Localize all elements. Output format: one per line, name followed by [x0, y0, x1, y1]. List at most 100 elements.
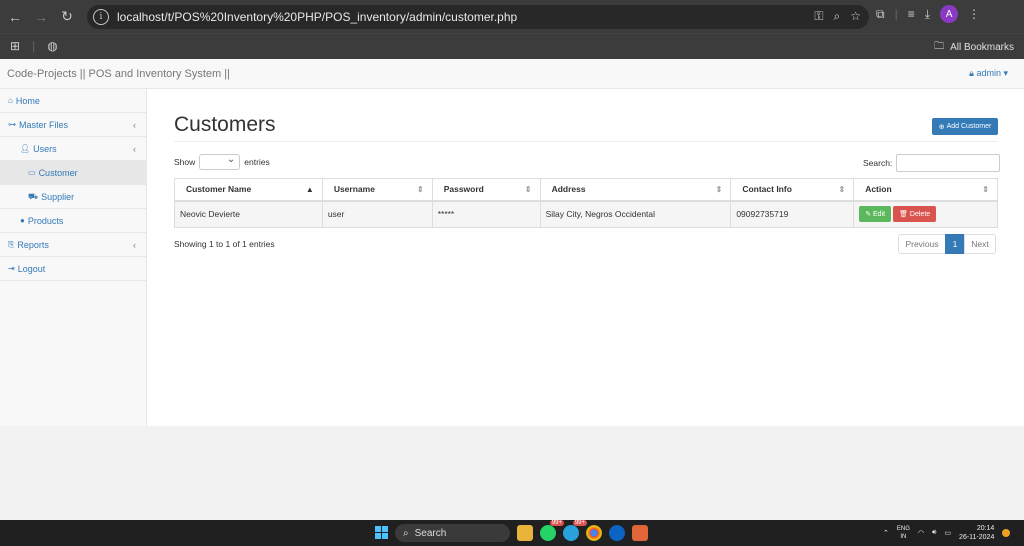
sidebar-item-reports[interactable]: ⎘ Reports ‹ — [0, 233, 146, 257]
language-indicator[interactable]: ENG IN — [897, 525, 910, 541]
url-text[interactable]: localhost/t/POS%20Inventory%20PHP/POS_in… — [117, 10, 517, 24]
file-explorer-icon[interactable] — [517, 525, 533, 541]
sidebar-item-label: Supplier — [41, 191, 75, 202]
reports-icon: ⎘ — [8, 239, 15, 249]
sidebar-item-label: Logout — [17, 263, 46, 274]
edit-button[interactable]: ✎ Edit — [859, 206, 892, 223]
address-bar[interactable]: i localhost/t/POS%20Inventory%20PHP/POS_… — [87, 5, 869, 29]
sidebar-item-label: Master Files — [19, 119, 69, 130]
cell-customer-name: Neovic Devierte — [174, 200, 323, 228]
delete-button[interactable]: 🗑︎ Delete — [893, 206, 937, 223]
chevron-left-icon: ‹ — [133, 143, 136, 154]
sidebar-item-home[interactable]: ⌂ Home — [0, 89, 146, 113]
lock-icon: 🔒︎ — [969, 68, 974, 78]
clock[interactable]: 20:14 26-11-2024 — [959, 524, 994, 542]
forward-icon[interactable]: → — [28, 4, 54, 30]
column-header-password[interactable]: Password ⇕ — [431, 178, 541, 202]
sidebar-item-label: Products — [27, 215, 64, 226]
sort-icon: ⇕ — [838, 185, 846, 194]
notification-bell-icon[interactable] — [1002, 529, 1011, 537]
sidebar-item-users[interactable]: 👤︎ Users ‹ — [0, 137, 146, 161]
search-label: Search: — [863, 158, 893, 168]
home-icon: ⌂ — [8, 96, 13, 105]
customers-table: Customer Name ▲ Username ⇕ Password ⇕ Addre… — [174, 178, 998, 228]
sidebar-item-products[interactable]: ● Products — [0, 209, 146, 233]
chrome-icon[interactable] — [586, 525, 602, 541]
telegram-icon[interactable]: 99+ — [563, 520, 587, 541]
sort-asc-icon: ▲ — [305, 185, 314, 194]
table-info: Showing 1 to 1 of 1 entries — [174, 239, 275, 249]
taskbar: ⌕ Search 99+ 99+ ⌃ ENG IN ◠ 🔊︎ ▭ 20:14 2… — [0, 520, 1024, 546]
edge-icon[interactable] — [609, 525, 625, 541]
user-menu-label: admin — [976, 68, 1001, 78]
all-bookmarks[interactable]: 🗀 All Bookmarks — [934, 39, 1014, 56]
volume-icon[interactable]: 🔊︎ — [932, 529, 936, 537]
sidebar: ⌂ Home ⊶ Master Files ‹ 👤︎ Users ‹ ▭ Cus… — [0, 89, 147, 426]
add-customer-label: Add Customer — [946, 123, 992, 130]
sidebar-item-label: Customer — [38, 167, 78, 178]
column-header-contact-info[interactable]: Contact Info ⇕ — [730, 178, 855, 202]
column-label: Customer Name — [186, 184, 252, 195]
add-customer-button[interactable]: ⊕ Add Customer — [932, 118, 998, 135]
zoom-icon[interactable]: ⌕ — [834, 9, 841, 24]
profile-avatar[interactable]: A — [940, 5, 959, 23]
sidebar-item-master-files[interactable]: ⊶ Master Files ‹ — [0, 113, 146, 137]
download-icon[interactable]: ⤓ — [925, 7, 930, 22]
clock-date: 26-11-2024 — [959, 534, 995, 541]
star-icon[interactable]: ☆ — [850, 9, 861, 24]
all-bookmarks-label: All Bookmarks — [950, 42, 1014, 53]
key-icon[interactable]: ⚿ — [814, 9, 823, 24]
region-code: IN — [900, 534, 907, 540]
menu-kebab-icon[interactable]: ⋮ — [968, 7, 980, 21]
xampp-icon[interactable] — [632, 525, 648, 541]
page-title: Customers — [174, 113, 276, 136]
search-icon: ⌕ — [403, 527, 409, 539]
main-content: Customers ⊕ Add Customer Show entries Se… — [147, 89, 1024, 426]
product-icon: ● — [20, 216, 25, 225]
extensions-icon[interactable]: ⧉ — [876, 7, 885, 22]
back-icon[interactable]: ← — [2, 4, 28, 30]
chevron-left-icon: ‹ — [133, 119, 136, 130]
sort-icon: ⇕ — [524, 185, 532, 194]
cell-contact: 09092735719 — [730, 200, 855, 228]
sidebar-item-customer[interactable]: ▭ Customer — [0, 161, 146, 185]
site-info-icon[interactable]: i — [93, 9, 109, 25]
whatsapp-icon[interactable]: 99+ — [540, 520, 564, 541]
sort-icon: ⇕ — [715, 185, 723, 194]
reload-icon[interactable]: ↻ — [54, 4, 80, 30]
column-label: Contact Info — [742, 184, 792, 195]
sidebar-item-logout[interactable]: ⇥ Logout — [0, 257, 146, 281]
browser-toolbar: ← → ↻ i localhost/t/POS%20Inventory%20PH… — [0, 0, 1024, 33]
previous-page-button[interactable]: Previous — [898, 234, 946, 254]
column-header-customer-name[interactable]: Customer Name ▲ — [174, 178, 323, 202]
entries-select[interactable] — [199, 154, 241, 170]
battery-icon[interactable]: ▭ — [944, 529, 951, 537]
column-header-username[interactable]: Username ⇕ — [321, 178, 433, 202]
globe-icon[interactable]: ◍ — [47, 39, 57, 53]
windows-start-icon[interactable] — [375, 526, 388, 539]
column-header-action[interactable]: Action ⇕ — [853, 178, 998, 202]
folder-icon: 🗀 — [934, 41, 945, 52]
chevron-left-icon: ‹ — [133, 239, 136, 250]
page-1-button[interactable]: 1 — [945, 234, 965, 254]
wifi-icon[interactable]: ◠ — [918, 529, 924, 537]
delete-label: Delete — [909, 211, 931, 219]
apps-grid-icon[interactable]: ⊞ — [10, 39, 20, 53]
brand-title[interactable]: Code-Projects || POS and Inventory Syste… — [7, 68, 230, 80]
sidebar-item-label: Home — [15, 95, 40, 106]
show-label: Show — [174, 157, 196, 167]
taskbar-search[interactable]: ⌕ Search — [395, 524, 510, 542]
logout-icon: ⇥ — [8, 264, 15, 273]
reading-list-icon[interactable]: ≡ — [908, 7, 915, 21]
column-header-address[interactable]: Address ⇕ — [539, 178, 732, 202]
user-menu[interactable]: 🔒︎ admin ▾ — [969, 68, 1008, 79]
edit-icon: ✎ — [865, 211, 872, 219]
sidebar-item-supplier[interactable]: ⛟ Supplier — [0, 185, 146, 209]
chevron-up-icon[interactable]: ⌃ — [883, 529, 889, 537]
truck-icon: ⛟ — [28, 191, 39, 201]
search-input[interactable] — [896, 154, 1001, 172]
table-search: Search: — [863, 154, 1001, 172]
length-control: Show entries — [174, 154, 270, 170]
next-page-button[interactable]: Next — [964, 234, 996, 254]
user-icon: 👤︎ — [20, 144, 31, 153]
